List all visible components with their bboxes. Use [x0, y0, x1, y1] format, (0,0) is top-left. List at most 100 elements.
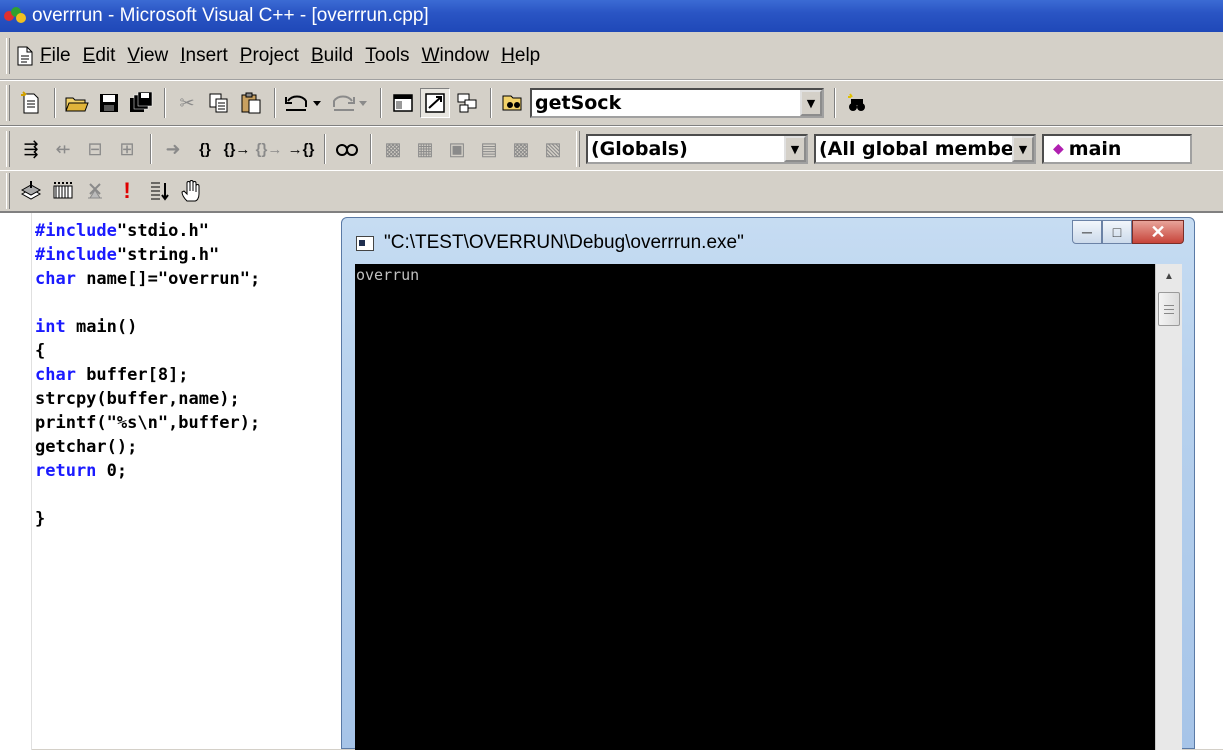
- console-scrollbar[interactable]: ▲: [1155, 264, 1182, 750]
- window-title-bar[interactable]: overrrun - Microsoft Visual C++ - [overr…: [0, 0, 1223, 32]
- code-token: {: [35, 341, 46, 361]
- breakpoint-hand-icon[interactable]: [176, 176, 206, 206]
- output-window-icon[interactable]: [420, 88, 450, 118]
- build-project-icon[interactable]: [48, 176, 78, 206]
- window-list-icon[interactable]: [452, 88, 482, 118]
- find-in-files-icon[interactable]: [498, 88, 528, 118]
- quickwatch-icon[interactable]: [332, 134, 362, 164]
- registers-window-icon[interactable]: ▣: [442, 134, 472, 164]
- execute-icon[interactable]: !: [112, 176, 142, 206]
- build-icon[interactable]: ⇷: [48, 134, 78, 164]
- paste-icon[interactable]: [236, 88, 266, 118]
- call-stack-icon[interactable]: ▩: [506, 134, 536, 164]
- variables-window-icon[interactable]: ▦: [410, 134, 440, 164]
- chevron-down-icon[interactable]: ▼: [800, 90, 822, 116]
- code-line[interactable]: #include"string.h": [35, 243, 260, 267]
- close-button[interactable]: ✕: [1132, 220, 1184, 244]
- source-code[interactable]: #include"stdio.h" #include"string.h" char …: [35, 219, 260, 531]
- run-to-cursor-icon[interactable]: →{}: [286, 134, 316, 164]
- toolbar-grip[interactable]: [6, 85, 10, 121]
- code-line[interactable]: {: [35, 339, 260, 363]
- editor-gutter[interactable]: [0, 213, 32, 750]
- members-combo[interactable]: (All global members ▼: [814, 134, 1036, 164]
- stop-build-icon[interactable]: [80, 176, 110, 206]
- find-combo[interactable]: getSock ▼: [530, 88, 824, 118]
- menu-item-edit[interactable]: Edit: [83, 43, 116, 69]
- wizardbar-toolbar: ⇶ ⇷ ⊟ ⊞ ➜ {} {}→ {}→ →{} ▩ ▦ ▣ ▤ ▩ ▧ (Gl…: [0, 126, 1223, 172]
- undo-icon[interactable]: [282, 88, 326, 118]
- binoculars-find-icon[interactable]: [842, 88, 872, 118]
- members-combo-value: (All global members: [819, 138, 1035, 160]
- watch-window-icon[interactable]: ▩: [378, 134, 408, 164]
- menu-item-view[interactable]: View: [127, 43, 168, 69]
- menu-item-project[interactable]: Project: [240, 43, 299, 69]
- menu-bar: File Edit View Insert Project Build Tools Windo…: [0, 32, 1223, 80]
- step-into-icon[interactable]: {}: [190, 134, 220, 164]
- compile-file-icon[interactable]: [16, 176, 46, 206]
- scroll-thumb[interactable]: [1158, 292, 1180, 326]
- menu-item-window[interactable]: Window: [422, 43, 490, 69]
- save-icon[interactable]: [94, 88, 124, 118]
- console-screen[interactable]: overrun: [355, 264, 1155, 750]
- console-title-bar[interactable]: "C:\TEST\OVERRUN\Debug\overrrun.exe": [356, 232, 744, 254]
- code-line[interactable]: int main(): [35, 315, 260, 339]
- save-all-icon[interactable]: [126, 88, 156, 118]
- memory-window-icon[interactable]: ▤: [474, 134, 504, 164]
- copy-icon[interactable]: [204, 88, 234, 118]
- code-line[interactable]: printf("%s\n",buffer);: [35, 411, 260, 435]
- class-combo[interactable]: (Globals) ▼: [586, 134, 808, 164]
- class-combo-value: (Globals): [591, 138, 688, 160]
- toolbar-grip[interactable]: [576, 131, 580, 167]
- console-window[interactable]: "C:\TEST\OVERRUN\Debug\overrrun.exe" ─ □…: [341, 217, 1195, 750]
- step-over-icon[interactable]: {}→: [222, 134, 252, 164]
- new-text-file-icon[interactable]: [16, 88, 46, 118]
- redo-icon[interactable]: [328, 88, 372, 118]
- maximize-button[interactable]: □: [1102, 220, 1132, 244]
- menu-item-file[interactable]: File: [40, 43, 71, 69]
- code-line[interactable]: strcpy(buffer,name);: [35, 387, 260, 411]
- menu-item-insert[interactable]: Insert: [180, 43, 228, 69]
- code-line[interactable]: getchar();: [35, 435, 260, 459]
- rebuild-icon[interactable]: ⊞: [112, 134, 142, 164]
- toolbar-grip[interactable]: [6, 131, 10, 167]
- code-line[interactable]: char name[]="overrun";: [35, 267, 260, 291]
- maximize-icon: □: [1112, 224, 1122, 240]
- go-debug-icon[interactable]: [144, 176, 174, 206]
- menu-item-build[interactable]: Build: [311, 43, 353, 69]
- visual-cpp-app-icon[interactable]: [4, 5, 28, 27]
- step-out-icon[interactable]: {}→: [254, 134, 284, 164]
- console-app-icon[interactable]: [356, 235, 374, 251]
- disassembly-icon[interactable]: ▧: [538, 134, 568, 164]
- chevron-down-icon[interactable]: ▼: [784, 136, 806, 162]
- code-line[interactable]: }: [35, 507, 260, 531]
- workspace-icon[interactable]: [388, 88, 418, 118]
- menubar-grip[interactable]: [6, 37, 10, 74]
- code-line[interactable]: [35, 291, 260, 315]
- code-token: printf("%s\n",buffer);: [35, 413, 261, 433]
- code-token: "stdio.h": [116, 221, 210, 241]
- build-stop-icon[interactable]: ⊟: [80, 134, 110, 164]
- code-line[interactable]: return 0;: [35, 459, 260, 483]
- function-combo[interactable]: ◆ main: [1042, 134, 1192, 164]
- window-title: overrrun - Microsoft Visual C++ - [overr…: [32, 5, 429, 26]
- console-output: overrun: [356, 266, 420, 284]
- function-combo-value: main: [1068, 138, 1122, 160]
- toolbar-grip[interactable]: [6, 173, 10, 209]
- cut-icon[interactable]: ✂: [172, 88, 202, 118]
- menu-item-tools[interactable]: Tools: [365, 43, 409, 69]
- code-line[interactable]: [35, 483, 260, 507]
- code-line[interactable]: #include"stdio.h": [35, 219, 260, 243]
- code-token: getchar();: [35, 437, 138, 457]
- chevron-down-icon[interactable]: ▼: [1012, 136, 1034, 162]
- open-folder-icon[interactable]: [62, 88, 92, 118]
- scroll-up-arrow-icon[interactable]: ▲: [1158, 266, 1180, 286]
- go-arrow-icon[interactable]: ➜: [158, 134, 188, 164]
- standard-toolbar: ✂ getSock ▼: [0, 80, 1223, 126]
- code-token: buffer[8];: [75, 365, 189, 385]
- minimize-button[interactable]: ─: [1072, 220, 1102, 244]
- compile-icon[interactable]: ⇶: [16, 134, 46, 164]
- code-line[interactable]: char buffer[8];: [35, 363, 260, 387]
- document-icon[interactable]: [16, 46, 34, 66]
- menu-item-help[interactable]: Help: [501, 43, 540, 69]
- code-token: main(): [65, 317, 138, 337]
